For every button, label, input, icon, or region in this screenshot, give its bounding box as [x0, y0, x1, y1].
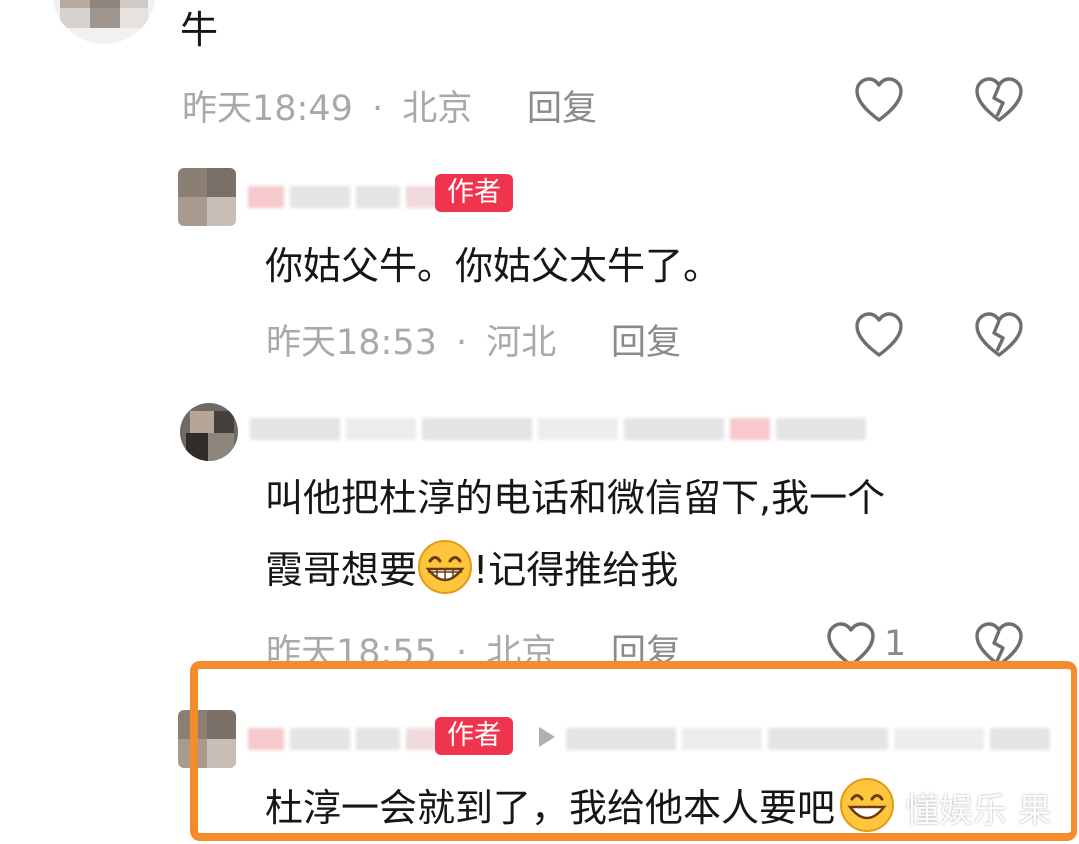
like-heart-icon[interactable] [854, 311, 904, 361]
username[interactable] [248, 180, 436, 214]
comment-text: 你姑父牛。你姑父太牛了。 [265, 230, 721, 302]
author-badge: 作者 [435, 174, 513, 212]
comment-line: 你姑父牛。你姑父太牛了。 [265, 244, 722, 288]
comment-location: 北京 [402, 89, 473, 129]
comment-line-part: 霞哥想要 [265, 548, 418, 592]
comment-line: 牛 [180, 8, 219, 52]
avatar[interactable] [178, 168, 236, 226]
like-heart-icon[interactable] [854, 76, 904, 126]
meta-dot: · [456, 323, 468, 363]
comment-meta: 昨天18:49 · 北京 [182, 80, 472, 131]
comment-line: 叫他把杜淳的电话和微信留下,我一个 [265, 476, 886, 520]
comment-text: 叫他把杜淳的电话和微信留下,我一个 霞哥想要 !记得推给我 [265, 462, 885, 606]
comment-time: 昨天18:49 [182, 89, 353, 129]
dislike-broken-heart-icon[interactable] [974, 76, 1024, 126]
comment-text: 牛 [180, 0, 218, 66]
comment-location: 河北 [486, 323, 557, 363]
grin-emoji-icon [418, 540, 473, 594]
reply-button[interactable]: 回复 [527, 80, 597, 131]
dislike-broken-heart-icon[interactable] [974, 311, 1024, 361]
avatar[interactable] [52, 0, 156, 44]
comment-line-part: !记得推给我 [473, 548, 679, 592]
comment-meta: 昨天18:53 · 河北 [266, 314, 556, 365]
username[interactable] [250, 412, 866, 446]
comment-line: 霞哥想要 !记得推给我 [265, 534, 885, 606]
comment-time: 昨天18:53 [266, 323, 437, 363]
reply-button[interactable]: 回复 [611, 314, 681, 365]
avatar[interactable] [180, 403, 238, 461]
like-count: 1 [884, 624, 907, 664]
meta-dot: · [372, 89, 384, 129]
